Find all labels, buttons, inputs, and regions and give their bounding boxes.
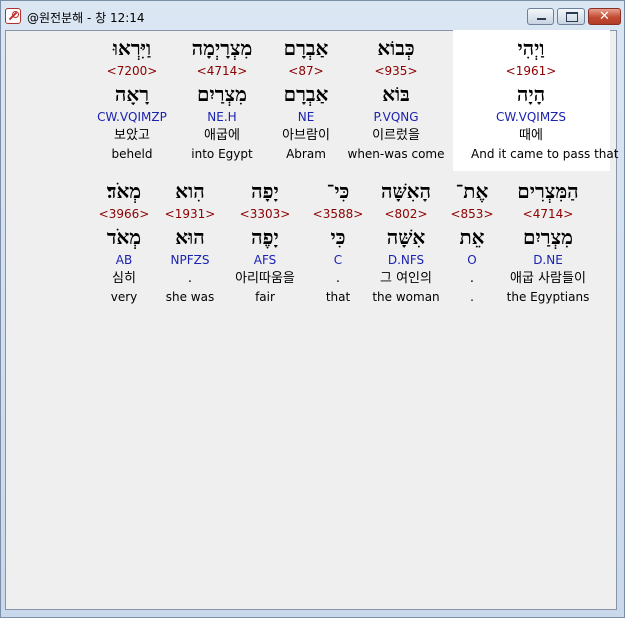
- english-gloss: beheld: [111, 147, 153, 161]
- strong-number[interactable]: <3966>: [64, 205, 184, 223]
- word-column[interactable]: וַיִּרְאוּ <7200> רָאָה CW.VQIMZP 보았고 be…: [72, 34, 192, 163]
- korean-gloss: 심히: [112, 271, 136, 286]
- hebrew-surface-word: מְאֹד׃: [106, 179, 142, 203]
- close-button[interactable]: ✕: [588, 8, 621, 25]
- close-icon: ✕: [599, 9, 610, 24]
- english-gloss: very: [110, 290, 138, 304]
- hebrew-lemma: הָיָה: [516, 82, 546, 106]
- korean-gloss: 보았고: [114, 128, 150, 143]
- window-title: @원전분해 - 창 12:14: [27, 11, 145, 25]
- strong-number[interactable]: <1961>: [471, 62, 591, 80]
- hebrew-surface-word: וַיְהִי: [517, 36, 545, 60]
- minimize-button[interactable]: [527, 8, 554, 25]
- word-column[interactable]: מְאֹד׃ <3966> מְאֹד AB 심히 very: [64, 177, 184, 306]
- hebrew-lemma: רָאָה: [114, 82, 150, 106]
- title-bar[interactable]: @원전분해 - 창 12:14 ✕: [1, 1, 624, 31]
- english-gloss: And it came to pass that: [471, 147, 619, 161]
- hebrew-lemma: מְאֹד: [106, 225, 142, 249]
- parsing-code: AB: [115, 253, 133, 267]
- app-icon[interactable]: [5, 8, 21, 24]
- korean-gloss: 때에: [519, 128, 543, 143]
- hebrew-surface-word: וַיִּרְאוּ: [112, 36, 152, 60]
- parsing-code: CW.VQIMZP: [97, 110, 167, 124]
- parsing-code: CW.VQIMZS: [495, 110, 567, 124]
- maximize-button[interactable]: [557, 8, 585, 25]
- minimize-icon: [537, 18, 546, 20]
- maximize-icon: [566, 12, 578, 22]
- strong-number[interactable]: <7200>: [72, 62, 192, 80]
- word-column[interactable]: וַיְהִי <1961> הָיָה CW.VQIMZS 때에 And it…: [471, 34, 619, 163]
